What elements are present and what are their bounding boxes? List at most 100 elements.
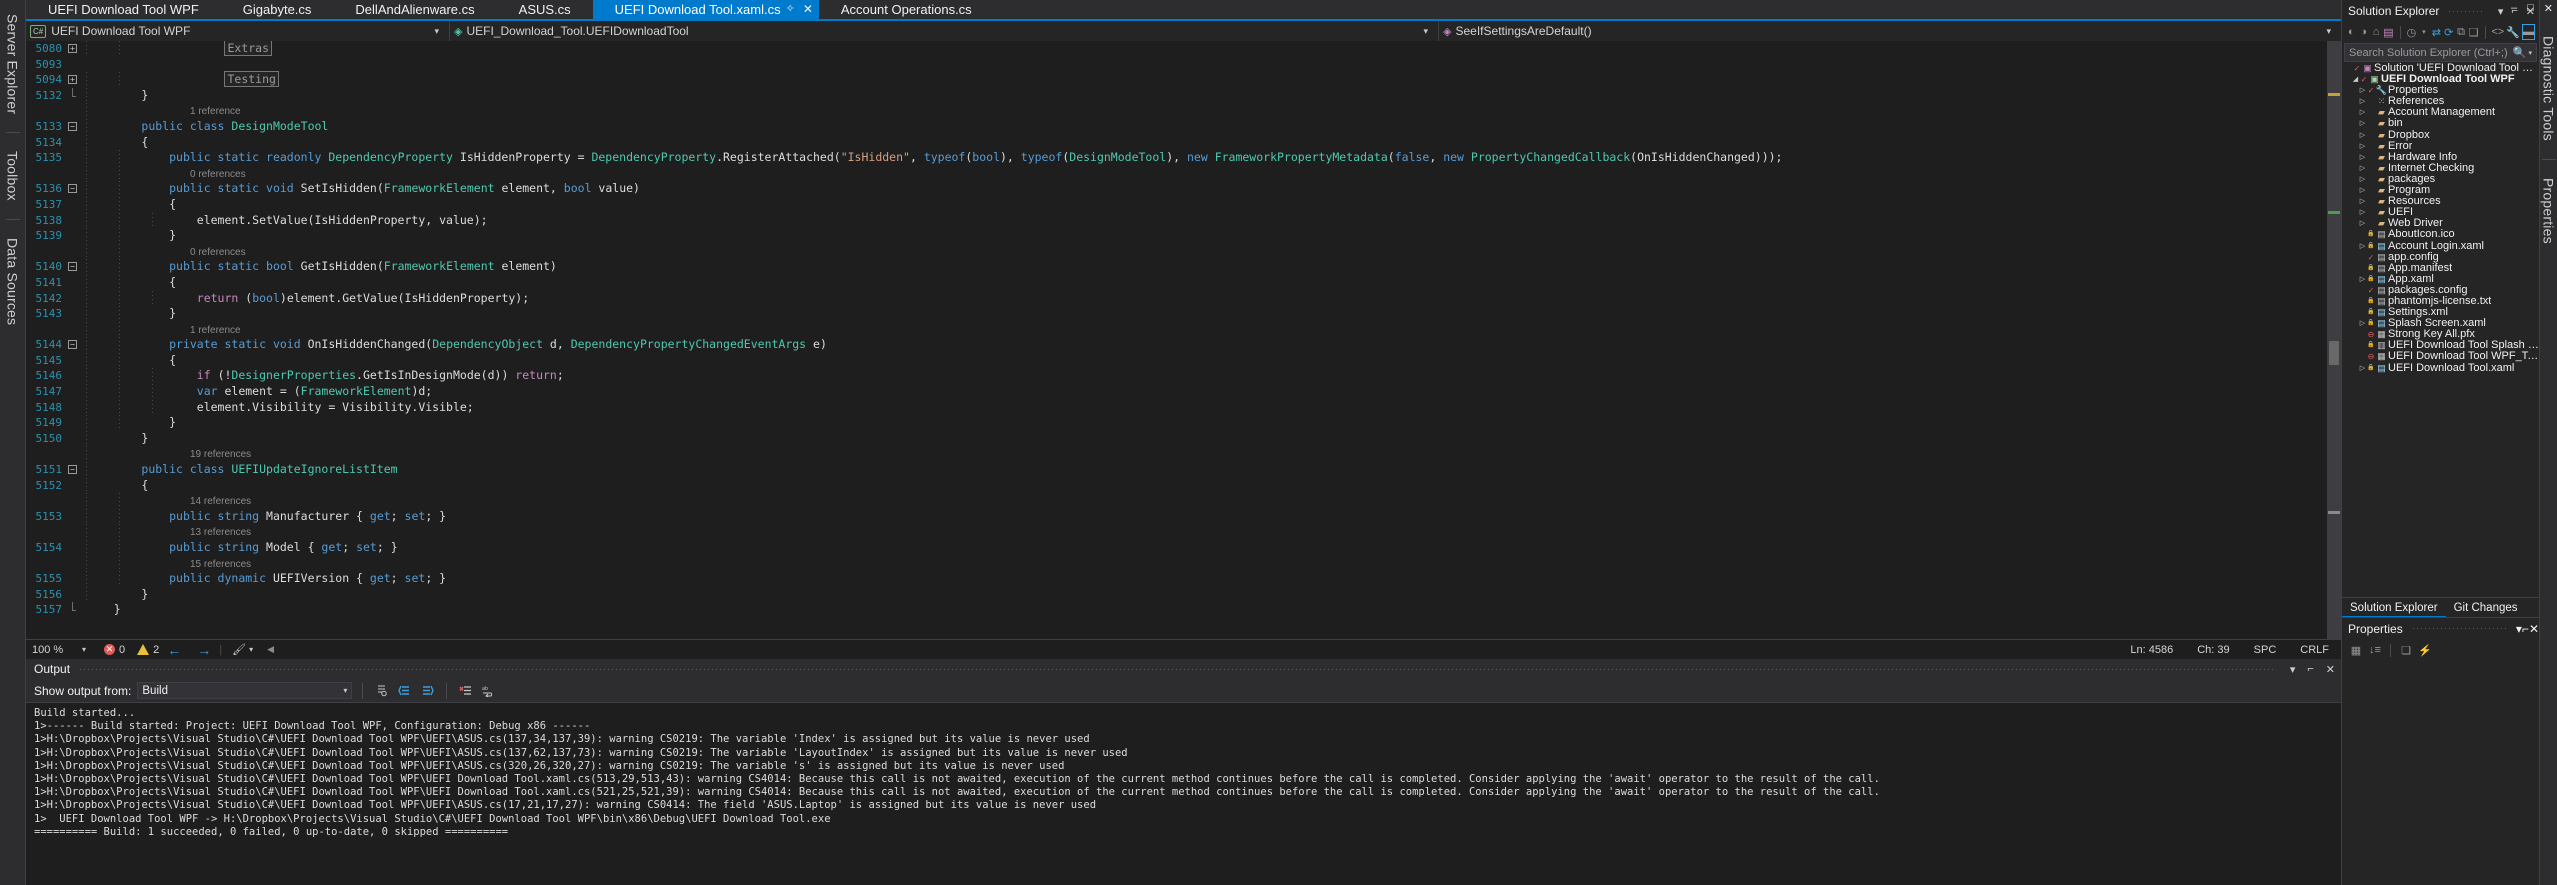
collapse-left-icon[interactable]: ◀ xyxy=(267,644,274,655)
solution-tree-item[interactable]: ▷ 🔒 ▤ UEFI Download Tool.xaml xyxy=(2342,363,2539,374)
solution-tree-item[interactable]: ▷ ✓ 🔧 Properties xyxy=(2342,85,2539,96)
code-line[interactable]: 5156 } xyxy=(26,586,2327,603)
codelens-row[interactable]: 1 reference xyxy=(26,103,2327,120)
solution-tree-item[interactable]: ▷ 🔒 ▤ Splash Screen.xaml xyxy=(2342,318,2539,329)
tree-expander-icon[interactable]: ▷ xyxy=(2358,274,2367,285)
code-line[interactable]: 5080 + Extras xyxy=(26,41,2327,57)
close-icon[interactable]: ✕ xyxy=(803,0,813,19)
tree-expander-icon[interactable]: ▷ xyxy=(2358,85,2367,96)
document-tab[interactable]: ASUS.cs xyxy=(496,0,593,19)
document-tab[interactable]: Gigabyte.cs xyxy=(220,0,334,19)
solution-tree-item[interactable]: ✓▣Solution 'UEFI Download Tool WPF' (1 o… xyxy=(2342,63,2539,74)
sync-icon[interactable]: ⇄ xyxy=(2431,24,2441,40)
tree-expander-icon[interactable]: ▷ xyxy=(2358,141,2367,152)
tree-expander-icon[interactable]: ▷ xyxy=(2358,130,2367,141)
solution-tree-item[interactable]: ◢ ✓ ▣ UEFI Download Tool WPF xyxy=(2342,74,2539,85)
codelens-row[interactable]: 1 reference xyxy=(26,321,2327,339)
minimize-button[interactable]: – xyxy=(2511,2,2517,15)
categorized-icon[interactable]: ▦ xyxy=(2348,642,2364,658)
tree-expander-icon[interactable]: ▷ xyxy=(2358,185,2367,196)
code-line[interactable]: 5142 return (bool)element.GetValue(IsHid… xyxy=(26,290,2327,307)
collapse-icon[interactable]: − xyxy=(68,184,77,194)
code-line[interactable]: 5138 element.SetValue(IsHiddenProperty, … xyxy=(26,212,2327,229)
code-line[interactable]: 5144− private static void OnIsHiddenChan… xyxy=(26,337,2327,353)
code-line[interactable]: 5133− public class DesignModeTool xyxy=(26,118,2327,135)
code-line[interactable]: 5147 var element = (FrameworkElement)d; xyxy=(26,384,2327,400)
code-editor[interactable]: 5080 + Extras 5093 5094 + Testing 5132 } 1 ref… xyxy=(26,41,2327,639)
clear-all-icon[interactable] xyxy=(457,682,474,699)
tab-git-changes[interactable]: Git Changes xyxy=(2446,598,2526,618)
code-line[interactable]: 5093 xyxy=(26,57,2327,73)
codelens-row[interactable]: 13 references xyxy=(26,524,2327,541)
tree-expander-icon[interactable]: ▷ xyxy=(2358,107,2367,118)
brush-icon[interactable]: 🖌 xyxy=(232,643,246,656)
properties-close-button[interactable]: ✕ xyxy=(2529,622,2539,636)
chevron-down-icon[interactable]: ▾ xyxy=(1424,26,1435,37)
codelens-reference-count[interactable]: 15 references xyxy=(190,559,251,570)
solution-tree-item[interactable]: ▷ ▰ Internet Checking xyxy=(2342,163,2539,174)
tree-expander-icon[interactable]: ▷ xyxy=(2358,163,2367,174)
editor-vertical-scrollbar[interactable] xyxy=(2327,41,2341,639)
solution-tree-item[interactable]: ▷ ⁙ References xyxy=(2342,96,2539,107)
chevron-down-icon[interactable]: ▾ xyxy=(2528,49,2532,57)
navbar-type-selector[interactable]: ◈ UEFI_Download_Tool.UEFIDownloadTool ▾ xyxy=(450,21,1440,41)
document-tab[interactable]: UEFI Download Tool WPF xyxy=(26,0,221,19)
find-message-icon[interactable] xyxy=(373,682,390,699)
codelens-row[interactable]: 15 references xyxy=(26,555,2327,573)
back-icon[interactable]: ◐ xyxy=(2346,24,2356,40)
dock-item-diagnostic-tools[interactable]: Diagnostic Tools xyxy=(2541,26,2557,157)
code-line[interactable]: 5136− public static void SetIsHidden(Fra… xyxy=(26,181,2327,197)
solution-tree-item[interactable]: ▷ 🔒 ▤ App.xaml xyxy=(2342,274,2539,285)
close-button[interactable]: ✕ xyxy=(2544,2,2553,15)
solution-explorer-tree[interactable]: ✓▣Solution 'UEFI Download Tool WPF' (1 o… xyxy=(2342,63,2539,597)
code-line[interactable]: 5145 { xyxy=(26,352,2327,369)
tree-expander-icon[interactable]: ▷ xyxy=(2358,96,2367,107)
codelens-row[interactable]: 0 references xyxy=(26,165,2327,183)
code-line[interactable]: 5146 if (!DesignerProperties.GetIsInDesi… xyxy=(26,368,2327,385)
tree-expander-icon[interactable]: ▷ xyxy=(2358,174,2367,185)
output-close-button[interactable]: ✕ xyxy=(2320,663,2341,676)
code-line[interactable]: 5143 } xyxy=(26,306,2327,322)
document-tab[interactable]: Account Operations.cs xyxy=(818,0,994,19)
error-count-badge[interactable]: ✕ 0 xyxy=(104,644,125,656)
document-tab-active[interactable]: UEFI Download Tool.xaml.cs ✧ ✕ xyxy=(592,0,819,19)
code-line[interactable]: 5154 public string Model { get; set; } xyxy=(26,540,2327,556)
code-line[interactable]: 5155 public dynamic UEFIVersion { get; s… xyxy=(26,571,2327,587)
properties-icon[interactable]: ❏ xyxy=(2398,642,2414,658)
code-line[interactable]: 5150 } xyxy=(26,430,2327,447)
code-line[interactable]: 5139 } xyxy=(26,228,2327,244)
code-line[interactable]: 5148 element.Visibility = Visibility.Vis… xyxy=(26,399,2327,416)
chevron-down-icon[interactable]: ▾ xyxy=(2326,26,2337,37)
solution-tree-item[interactable]: 🔒▥UEFI Download Tool Splash Screen Backg… xyxy=(2342,340,2539,351)
navigate-backward-button[interactable]: ← xyxy=(167,642,181,658)
codelens-row[interactable]: 0 references xyxy=(26,243,2327,261)
tree-expander-icon[interactable]: ▷ xyxy=(2358,363,2367,374)
code-line[interactable]: 5134 { xyxy=(26,134,2327,151)
tree-expander-icon[interactable]: ▷ xyxy=(2358,318,2367,329)
forward-icon[interactable]: ◑ xyxy=(2358,24,2368,40)
code-line[interactable]: 5135 public static readonly DependencyPr… xyxy=(26,150,2327,166)
solution-explorer-search[interactable]: Search Solution Explorer (Ctrl+;) 🔍 ▾ xyxy=(2344,43,2537,62)
solution-tree-item[interactable]: 🔒 ▤ AboutIcon.ico xyxy=(2342,229,2539,240)
go-to-next-icon[interactable] xyxy=(419,682,436,699)
solution-tree-item[interactable]: ▷ ▰ bin xyxy=(2342,118,2539,129)
tree-expander-icon[interactable]: ▷ xyxy=(2358,152,2367,163)
solution-tree-item[interactable]: ✓ ▤ packages.config xyxy=(2342,285,2539,296)
tree-expander-icon[interactable]: ▷ xyxy=(2358,196,2367,207)
solution-tree-item[interactable]: ▷ ▰ Resources xyxy=(2342,196,2539,207)
codelens-reference-count[interactable]: 0 references xyxy=(190,169,246,180)
codelens-reference-count[interactable]: 1 reference xyxy=(190,325,241,336)
chevron-down-icon[interactable]: ▾ xyxy=(82,645,86,654)
navbar-project-selector[interactable]: C# UEFI Download Tool WPF ▾ xyxy=(26,21,450,41)
zoom-level-selector[interactable]: 100 % ▾ xyxy=(26,644,92,656)
pending-changes-icon[interactable]: ▤ xyxy=(2383,24,2393,40)
code-line[interactable]: 5149 } xyxy=(26,415,2327,431)
code-line[interactable]: 5141 { xyxy=(26,274,2327,291)
code-line[interactable]: 5151− public class UEFIUpdateIgnoreListI… xyxy=(26,462,2327,478)
show-all-files-icon[interactable]: ◷ xyxy=(2406,24,2417,40)
output-source-combobox[interactable]: Build ▾ xyxy=(137,682,353,699)
solution-tree-item[interactable]: 🔒 ▤ App.manifest xyxy=(2342,263,2539,274)
solution-tree-item[interactable]: ▷ ▰ Account Management xyxy=(2342,107,2539,118)
properties-grid[interactable] xyxy=(2342,661,2539,885)
code-line[interactable]: 5094 + Testing xyxy=(26,71,2327,88)
